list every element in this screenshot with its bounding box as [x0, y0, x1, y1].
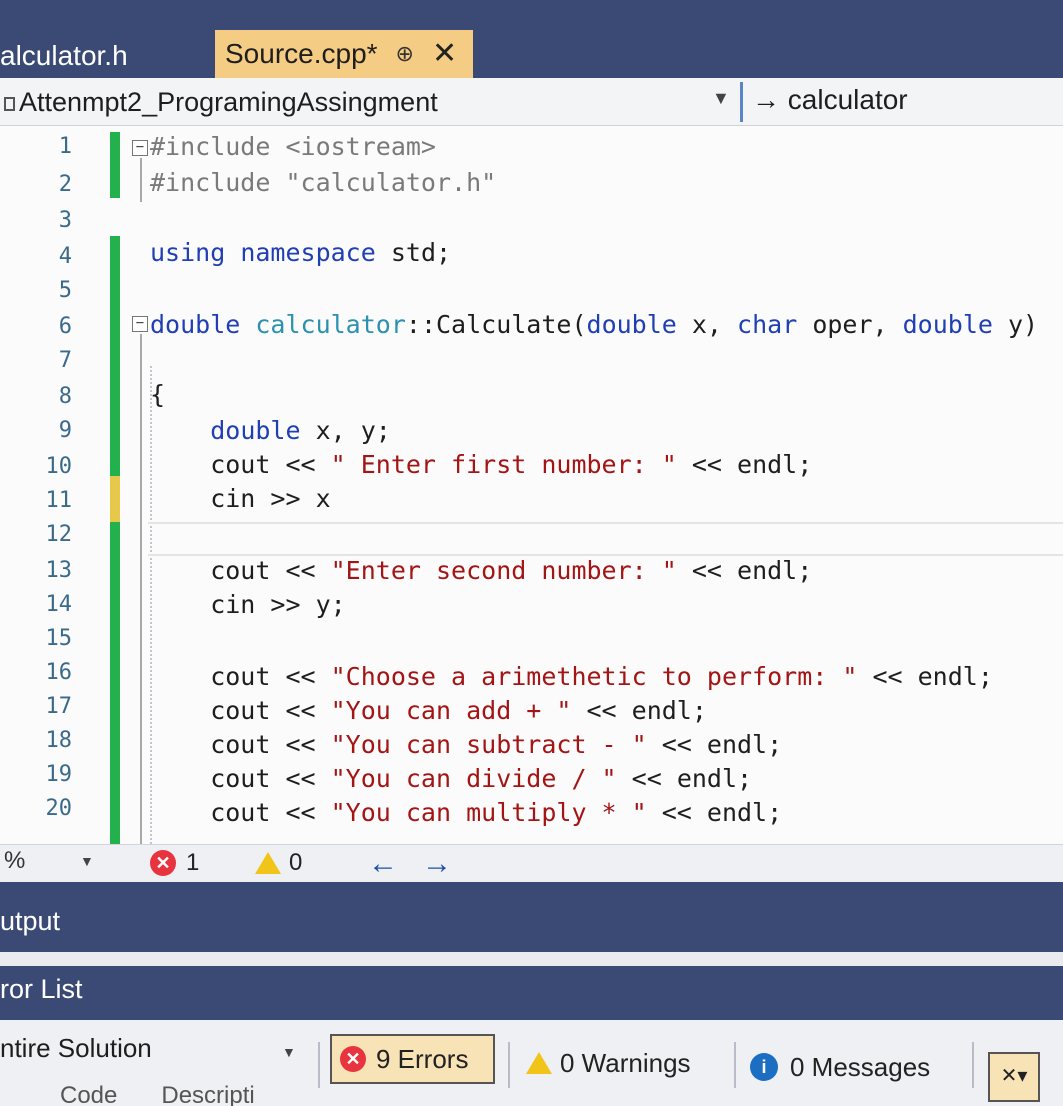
line-number: 7: [58, 348, 72, 373]
line-number: 11: [45, 488, 73, 513]
current-line-highlight: [148, 522, 1063, 556]
panel-title: ror List: [0, 974, 83, 1004]
line-number: 18: [45, 728, 73, 753]
issue-navigation: ←→: [368, 847, 476, 881]
line-number: 4: [58, 244, 72, 269]
code-line: cin >> x: [150, 484, 331, 513]
column-code[interactable]: Code: [60, 1082, 117, 1106]
editor-status-bar: % ▼ ✕ 1 0 ←→: [0, 844, 1063, 882]
errors-filter-button[interactable]: ✕ 9 Errors: [330, 1034, 495, 1084]
warning-count: 0: [289, 849, 303, 876]
code-line: using namespace std;: [150, 238, 452, 267]
warning-icon: [255, 852, 281, 874]
errors-label: 9 Errors: [376, 1043, 469, 1074]
line-number: 9: [58, 418, 72, 443]
code-line: {: [150, 380, 166, 409]
collapse-icon: [4, 96, 15, 111]
tab-calculator-h[interactable]: alculator.h: [0, 34, 215, 78]
collapse-icon[interactable]: −: [132, 140, 148, 156]
change-indicator-unsaved: [110, 476, 120, 522]
line-number: 5: [58, 278, 72, 303]
back-arrow-icon[interactable]: ←: [368, 847, 422, 880]
line-number: 3: [58, 208, 72, 233]
line-number: 12: [45, 522, 73, 547]
code-line: cin >> y;: [150, 590, 346, 619]
tab-source-cpp[interactable]: Source.cpp* ⊕ ✕: [215, 30, 473, 78]
line-number: 15: [45, 626, 73, 651]
code-line: cout << "You can add + " << endl;: [150, 696, 707, 725]
clear-filter-icon[interactable]: ✕▾: [988, 1052, 1040, 1102]
line-number: 13: [45, 558, 73, 583]
error-indicator[interactable]: ✕ 1: [150, 849, 199, 877]
pin-icon[interactable]: ⊕: [396, 31, 414, 77]
code-line: cout << "You can multiply * " << endl;: [150, 798, 783, 827]
warnings-filter-button[interactable]: 0 Warnings: [520, 1038, 691, 1088]
close-icon[interactable]: ✕: [432, 31, 457, 77]
collapse-icon[interactable]: −: [132, 316, 148, 332]
info-icon: i: [750, 1053, 778, 1081]
navigation-bar: Attenmpt2_ProgramingAssingment ▼ → calcu…: [0, 78, 1063, 126]
code-line: cout << " Enter first number: " << endl;: [150, 450, 813, 479]
code-line: cout << "Enter second number: " << endl;: [150, 556, 813, 585]
line-number: 16: [45, 660, 73, 685]
line-number-gutter: 1 2 3 4 5 6 7 8 9 10 11 12 13 14 15 16 1…: [0, 126, 110, 844]
member-name: calculator: [787, 84, 908, 115]
code-editor[interactable]: 1 2 3 4 5 6 7 8 9 10 11 12 13 14 15 16 1…: [0, 126, 1063, 844]
arrow-icon: →: [752, 84, 780, 115]
project-name: Attenmpt2_ProgramingAssingment: [19, 87, 438, 117]
code-line: cout << "You can divide / " << endl;: [150, 764, 753, 793]
change-indicator-saved: [110, 132, 120, 198]
fold-line: [140, 334, 142, 844]
code-line: #include "calculator.h": [150, 168, 497, 197]
code-line: double calculator::Calculate(double x, c…: [150, 310, 1039, 339]
zoom-level[interactable]: %: [4, 847, 25, 875]
divider: [740, 82, 743, 122]
divider: [972, 1042, 974, 1088]
line-number: 1: [58, 134, 72, 159]
line-number: 19: [45, 762, 73, 787]
column-description[interactable]: Descripti: [161, 1082, 254, 1106]
line-number: 14: [45, 592, 73, 617]
line-number: 6: [58, 314, 72, 339]
code-line: double x, y;: [210, 416, 391, 445]
messages-filter-button[interactable]: i 0 Messages: [750, 1042, 930, 1092]
scope-value: ntire Solution: [0, 1033, 152, 1063]
fold-line: [140, 158, 142, 202]
line-number: 17: [45, 694, 73, 719]
code-line: cout << "Choose a arimethetic to perform…: [150, 662, 993, 691]
error-count: 1: [186, 849, 200, 876]
error-icon: ✕: [150, 850, 176, 876]
chevron-down-icon[interactable]: ▼: [80, 853, 94, 869]
change-indicator-saved: [110, 236, 120, 476]
chevron-down-icon[interactable]: ▼: [712, 88, 730, 109]
divider: [734, 1042, 736, 1088]
line-number: 20: [45, 796, 73, 821]
chevron-down-icon[interactable]: ▼: [282, 1044, 296, 1060]
panel-title: utput: [0, 906, 61, 936]
error-list-header[interactable]: ror List: [0, 966, 1063, 1020]
tab-label: Source.cpp*: [225, 38, 378, 69]
warning-icon: [526, 1052, 552, 1074]
line-number: 2: [58, 172, 72, 197]
divider: [318, 1042, 320, 1088]
project-dropdown[interactable]: Attenmpt2_ProgramingAssingment: [0, 84, 740, 120]
column-headers: Code Descripti: [60, 1082, 299, 1106]
forward-arrow-icon[interactable]: →: [422, 847, 476, 880]
line-number: 10: [45, 454, 73, 479]
error-icon: ✕: [340, 1046, 366, 1072]
divider: [508, 1042, 510, 1088]
member-dropdown[interactable]: → calculator: [752, 82, 908, 118]
scope-dropdown[interactable]: ntire Solution: [0, 1030, 300, 1066]
tab-label: alculator.h: [0, 40, 128, 71]
error-list-toolbar: ntire Solution ▼ ✕ 9 Errors 0 Warnings i…: [0, 1020, 1063, 1106]
document-tab-strip: alculator.h Source.cpp* ⊕ ✕: [0, 0, 1063, 78]
line-number: 8: [58, 384, 72, 409]
warnings-label: 0 Warnings: [560, 1047, 691, 1078]
messages-label: 0 Messages: [790, 1051, 931, 1082]
code-line: #include <iostream>: [150, 132, 436, 161]
code-line: cout << "You can subtract - " << endl;: [150, 730, 783, 759]
warning-indicator[interactable]: 0: [255, 849, 302, 877]
change-indicator-saved: [110, 522, 120, 844]
output-panel-header[interactable]: utput: [0, 882, 1063, 952]
